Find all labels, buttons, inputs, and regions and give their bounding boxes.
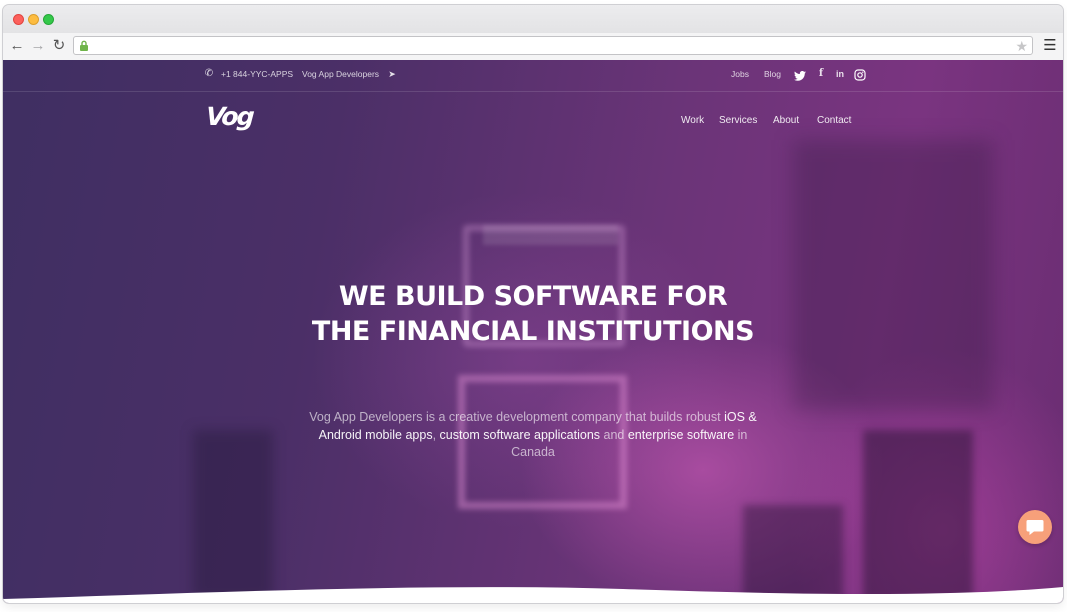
hero-headline-line1: WE BUILD SOFTWARE FOR: [338, 281, 728, 312]
sub-text-2: ,: [432, 427, 440, 442]
nav-contact[interactable]: Contact: [817, 115, 851, 126]
minimize-window-button[interactable]: [28, 14, 39, 25]
browser-window: ← → ↻ ★ ☰ ✆ +1 844-YYC-APPS Vog App Deve…: [3, 5, 1063, 603]
top-info-bar: ✆ +1 844-YYC-APPS Vog App Developers ➤ J…: [3, 60, 1063, 92]
bg-door-shape: [863, 430, 973, 600]
linkedin-icon[interactable]: in: [833, 67, 847, 81]
nav-services[interactable]: Services: [719, 115, 757, 126]
phone-number[interactable]: +1 844-YYC-APPS: [221, 69, 293, 79]
sub-highlight-custom[interactable]: custom software applications: [440, 428, 601, 442]
vog-logo[interactable]: Vog: [205, 102, 254, 131]
browser-toolbar: ← → ↻ ★ ☰: [3, 33, 1063, 61]
chevron-right-circle-icon[interactable]: ➤: [386, 67, 398, 81]
bottom-wave: [3, 587, 1063, 603]
sub-text-1: Vog App Developers is a creative develop…: [309, 410, 725, 424]
sub-text-3: and: [600, 427, 628, 442]
bg-light-strip: [483, 225, 618, 245]
zoom-window-button[interactable]: [43, 14, 54, 25]
nav-work[interactable]: Work: [681, 115, 704, 126]
phone-icon: ✆: [204, 68, 214, 79]
hamburger-menu-icon[interactable]: ☰: [1043, 38, 1057, 54]
sub-highlight-enterprise[interactable]: enterprise software: [628, 428, 734, 442]
nav-about[interactable]: About: [773, 115, 799, 126]
facebook-icon[interactable]: f: [815, 67, 827, 81]
title-bar: [3, 5, 1063, 33]
hero-headline-line2: THE FINANCIAL INSTITUTIONS: [311, 316, 755, 347]
star-icon[interactable]: ★: [1015, 37, 1028, 55]
twitter-icon[interactable]: [794, 69, 806, 83]
company-link[interactable]: Vog App Developers: [302, 69, 379, 79]
hero-subtitle: Vog App Developers is a creative develop…: [303, 409, 763, 462]
page-viewport: ✆ +1 844-YYC-APPS Vog App Developers ➤ J…: [3, 60, 1063, 603]
close-window-button[interactable]: [13, 14, 24, 25]
blog-link[interactable]: Blog: [764, 69, 781, 79]
reload-icon[interactable]: ↻: [50, 37, 68, 55]
chat-bubble-icon: [1026, 520, 1044, 535]
bg-dark-block: [793, 140, 993, 410]
arrow-right-icon[interactable]: →: [29, 37, 47, 55]
address-bar[interactable]: ★: [73, 36, 1033, 55]
lock-icon: [80, 40, 88, 51]
bg-left-block: [193, 430, 273, 600]
chat-button[interactable]: [1018, 510, 1052, 544]
jobs-link[interactable]: Jobs: [731, 69, 749, 79]
arrow-left-icon[interactable]: ←: [8, 37, 26, 55]
instagram-icon[interactable]: [854, 68, 866, 82]
